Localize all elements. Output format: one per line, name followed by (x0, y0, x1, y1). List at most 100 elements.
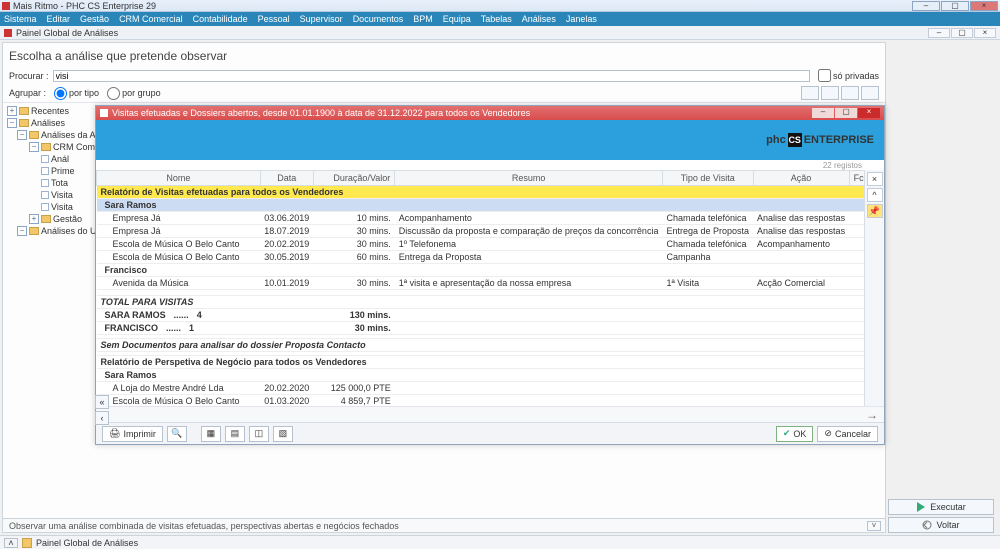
cancel-icon: ⊘ (824, 428, 832, 439)
report-titlebar: Visitas efetuadas e Dossiers abertos, de… (96, 106, 884, 120)
toggle-analises-do[interactable]: − (17, 226, 27, 236)
menu-crm[interactable]: CRM Comercial (119, 14, 183, 24)
search-icon: 🔍 (171, 428, 182, 439)
report-max-button[interactable]: ▢ (835, 108, 857, 118)
report-window: Visitas efetuadas e Dossiers abertos, de… (95, 105, 885, 445)
menu-sistema[interactable]: Sistema (4, 14, 37, 24)
col-fch[interactable]: Fch? (849, 171, 864, 186)
printer-icon: 🖨 (109, 428, 120, 439)
menu-editar[interactable]: Editar (47, 14, 71, 24)
menu-bar: Sistema Editar Gestão CRM Comercial Cont… (0, 12, 1000, 26)
folder-icon (29, 227, 39, 235)
folder-icon (19, 119, 29, 127)
report-min-button[interactable]: – (812, 108, 834, 118)
menu-equipa[interactable]: Equipa (443, 14, 471, 24)
menu-janelas[interactable]: Janelas (566, 14, 597, 24)
panel-close-button[interactable]: × (974, 28, 996, 38)
menu-analises[interactable]: Análises (522, 14, 556, 24)
brand-logo: phc CS ENTERPRISE (766, 133, 874, 147)
folder-icon (19, 107, 29, 115)
toolbar-btn-4[interactable] (861, 86, 879, 100)
ok-button[interactable]: ✔OK (776, 426, 814, 442)
app-titlebar: Mais Ritmo - PHC CS Enterprise 29 – ▢ × (0, 0, 1000, 12)
folder-icon (41, 143, 51, 151)
menu-documentos[interactable]: Documentos (353, 14, 404, 24)
app-icon (2, 2, 10, 10)
collapse-desc-button[interactable]: ˅ (867, 521, 881, 531)
radio-por-grupo[interactable]: por grupo (107, 87, 161, 100)
leaf-icon (41, 203, 49, 211)
check-icon: ✔ (783, 428, 791, 439)
group-label: Agrupar : (9, 88, 46, 98)
menu-supervisor[interactable]: Supervisor (300, 14, 343, 24)
only-private-checkbox[interactable]: só privadas (818, 69, 879, 82)
zoom-button[interactable]: 🔍 (167, 426, 187, 442)
panel-min-button[interactable]: – (928, 28, 950, 38)
toggle-recentes[interactable]: + (7, 106, 17, 116)
search-label: Procurar : (9, 71, 49, 81)
search-input[interactable] (53, 70, 810, 82)
report-close-button[interactable]: × (858, 108, 880, 118)
menu-gestao[interactable]: Gestão (80, 14, 109, 24)
toggle-gestao[interactable]: + (29, 214, 39, 224)
menu-contabilidade[interactable]: Contabilidade (193, 14, 248, 24)
panel-heading: Escolha a análise que pretende observar (3, 43, 885, 67)
report-icon (100, 109, 108, 117)
side-tool-pin[interactable]: 📌 (867, 204, 883, 218)
col-dur[interactable]: Duração/Valor (313, 171, 395, 186)
close-button[interactable]: × (970, 1, 998, 11)
minimize-button[interactable]: – (912, 1, 940, 11)
radio-por-tipo[interactable]: por tipo (54, 87, 99, 100)
execute-button[interactable]: Executar (888, 499, 994, 515)
col-nome[interactable]: Nome (97, 171, 261, 186)
nav-left-single-button[interactable]: ‹ (95, 411, 109, 425)
toggle-analises-da[interactable]: − (17, 130, 27, 140)
print-button[interactable]: 🖨Imprimir (102, 426, 163, 442)
folder-icon (41, 215, 51, 223)
toolbar-btn-3[interactable] (841, 86, 859, 100)
taskbar: ˄ Painel Global de Análises (0, 535, 1000, 549)
taskbar-item-icon (22, 538, 32, 548)
col-tipo[interactable]: Tipo de Visita (662, 171, 753, 186)
back-icon (922, 520, 932, 530)
leaf-icon (41, 155, 49, 163)
maximize-button[interactable]: ▢ (941, 1, 969, 11)
panel-max-button[interactable]: ▢ (951, 28, 973, 38)
taskbar-item[interactable]: Painel Global de Análises (36, 538, 138, 548)
side-tool-arrow[interactable]: ^ (867, 188, 883, 202)
report-grid[interactable]: Nome Data Duração/Valor Resumo Tipo de V… (96, 170, 864, 406)
app-title: Mais Ritmo - PHC CS Enterprise 29 (13, 1, 156, 11)
description-bar: Observar uma análise combinada de visita… (3, 518, 885, 532)
toggle-crm[interactable]: − (29, 142, 39, 152)
tool-4-button[interactable]: ▧ (273, 426, 293, 442)
leaf-icon (41, 179, 49, 187)
panel-icon (4, 29, 12, 37)
cancel-button[interactable]: ⊘Cancelar (817, 426, 878, 442)
menu-tabelas[interactable]: Tabelas (481, 14, 512, 24)
nav-next-arrow[interactable]: → (96, 406, 884, 422)
taskbar-collapse[interactable]: ˄ (4, 538, 18, 548)
records-count: 22 registos (96, 160, 884, 170)
leaf-icon (41, 167, 49, 175)
col-acao[interactable]: Ação (753, 171, 849, 186)
back-button[interactable]: Voltar (888, 517, 994, 533)
nav-left-button[interactable]: « (95, 395, 109, 409)
menu-bpm[interactable]: BPM (413, 14, 433, 24)
tool-1-button[interactable]: ▦ (201, 426, 221, 442)
toolbar-btn-2[interactable] (821, 86, 839, 100)
report-title: Visitas efetuadas e Dossiers abertos, de… (112, 108, 530, 118)
side-tool-close[interactable]: × (867, 172, 883, 186)
toolbar-btn-1[interactable] (801, 86, 819, 100)
tool-3-button[interactable]: ◫ (249, 426, 269, 442)
col-resumo[interactable]: Resumo (395, 171, 663, 186)
play-icon (916, 502, 926, 512)
leaf-icon (41, 191, 49, 199)
menu-pessoal[interactable]: Pessoal (258, 14, 290, 24)
toggle-analises[interactable]: − (7, 118, 17, 128)
report-ribbon: phc CS ENTERPRISE (96, 120, 884, 160)
tool-2-button[interactable]: ▤ (225, 426, 245, 442)
panel-titlebar: Painel Global de Análises – ▢ × (0, 26, 1000, 40)
col-data[interactable]: Data (260, 171, 313, 186)
panel-title: Painel Global de Análises (16, 28, 118, 38)
folder-icon (29, 131, 39, 139)
